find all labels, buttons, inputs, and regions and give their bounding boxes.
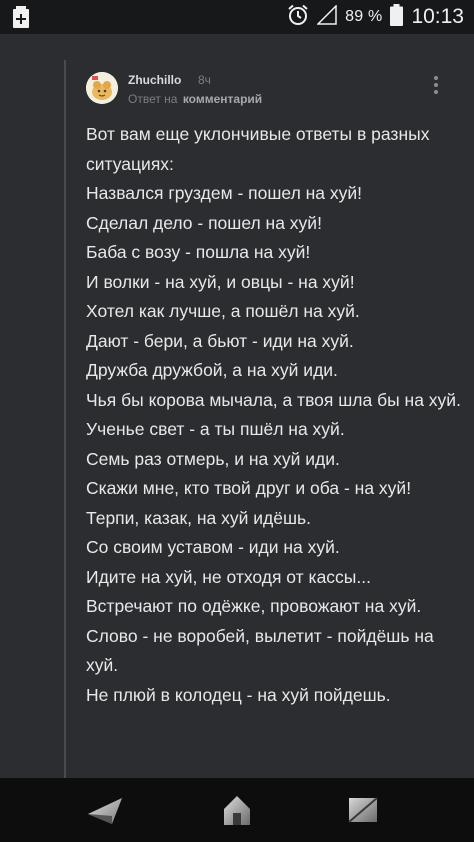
signal-icon [316,3,337,30]
comment-body: Вот вам еще уклончивые ответы в разных с… [86,120,464,710]
home-icon[interactable] [217,790,257,830]
battery-saver-icon [12,6,30,28]
alarm-icon [287,4,309,31]
recents-icon[interactable] [343,790,383,830]
back-icon[interactable] [85,790,125,830]
clock: 10:13 [411,5,464,28]
comment-line: Не плюй в колодец - на хуй пойдешь. [86,684,391,705]
status-bar: 89 % 10:13 [0,0,474,34]
comment-line: И волки - на хуй, и овцы - на хуй! [86,271,355,292]
reply-info: Ответ на комментарий [128,92,262,106]
comment-line: Встречают по одёжке, провожают на хуй. [86,596,422,616]
reply-target-link[interactable]: комментарий [183,92,262,106]
battery-percent: 89 % [345,8,383,25]
battery-icon [390,3,404,31]
comment-line: Семь раз отмерь, и на хуй иди. [86,448,340,469]
comment-line: Идите на хуй, не отходя от кассы... [86,566,371,587]
comment-line: Вот вам еще уклончивые ответы в разных с… [86,124,430,174]
comment-line: Слово - не воробей, вылетит - пойдёшь на… [86,625,434,676]
more-vertical-icon[interactable] [426,70,446,100]
comment-header: Zhuchillo 8ч Ответ на комментарий [82,70,462,114]
navigation-bar [0,778,474,842]
comment-line: Скажи мне, кто твой друг и оба - на хуй! [86,478,412,498]
reply-prefix: Ответ на [128,92,178,106]
comment-line: Дают - бери, а бьют - иди на хуй. [86,330,354,351]
thread-line [64,60,66,800]
comment-thread: Zhuchillo 8ч Ответ на комментарий Вот ва… [0,34,474,800]
comment-line: Чья бы корова мычала, а твоя шла бы на х… [86,389,461,410]
screen: 89 % 10:13 Zhuchillo 8ч Ответ на коммент… [0,0,474,842]
avatar[interactable] [86,72,118,104]
comment-line: Ученье свет - а ты пшёл на хуй. [86,419,345,439]
comment-line: Терпи, казак, на хуй идёшь. [86,507,311,528]
comment-line: Назвался груздем - пошел на хуй! [86,183,363,203]
comment-line: Со своим уставом - иди на хуй. [86,537,340,557]
username[interactable]: Zhuchillo [128,73,181,87]
status-indicators: 89 % 10:13 [287,0,464,34]
comment-line: Хотел как лучше, а пошёл на хуй. [86,301,360,321]
comment-line: Баба с возу - пошла на хуй! [86,242,311,262]
time-ago: 8ч [198,73,211,87]
comment-line: Дружба дружбой, а на хуй иди. [86,360,338,380]
comment-line: Сделал дело - пошел на хуй! [86,212,322,233]
